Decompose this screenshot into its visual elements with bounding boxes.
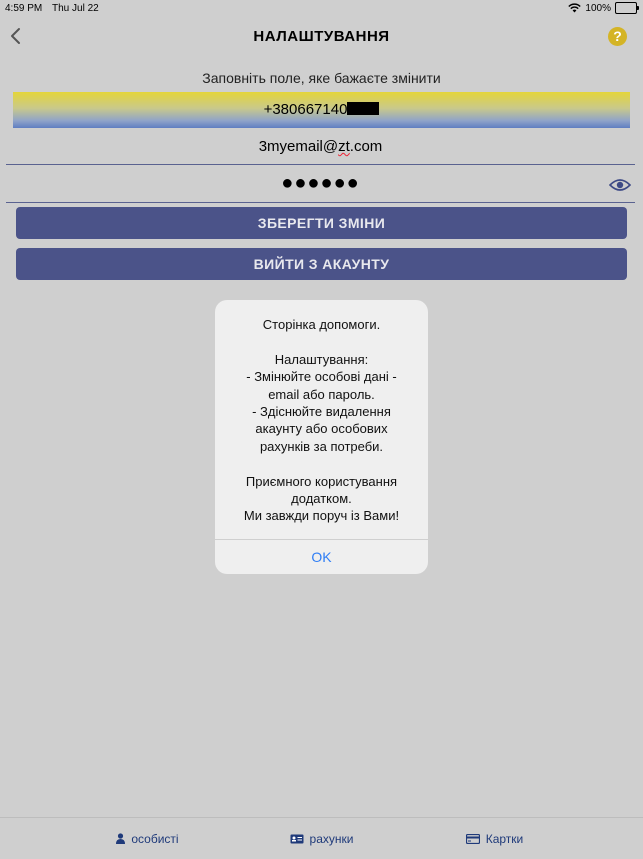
email-suffix: .com	[349, 138, 383, 155]
page-title: НАЛАШТУВАННЯ	[253, 28, 390, 45]
nav-bar: НАЛАШТУВАННЯ ?	[0, 18, 643, 56]
tab-cards-label: Картки	[485, 831, 524, 846]
help-alert: Сторінка допомоги. Налаштування: - Зміню…	[215, 300, 428, 574]
tab-personal[interactable]: особисті	[80, 818, 215, 859]
status-date: Thu Jul 22	[52, 3, 99, 14]
email-prefix: 3myemail@	[258, 138, 339, 155]
help-button[interactable]: ?	[608, 27, 627, 46]
status-bar: 4:59 PM Thu Jul 22 100%	[0, 0, 643, 18]
status-time: 4:59 PM	[5, 3, 43, 14]
alert-line: Сторінка допомоги.	[262, 317, 381, 332]
logout-button[interactable]: ВИЙТИ З АКАУНТУ	[16, 248, 627, 280]
form-hint: Заповніть поле, яке бажаєте змінити	[202, 70, 441, 86]
wifi-icon	[568, 3, 582, 13]
save-button[interactable]: ЗБЕРЕГТИ ЗМІНИ	[16, 207, 627, 239]
phone-field[interactable]: +380667140	[13, 92, 630, 128]
credit-card-icon	[465, 833, 480, 844]
alert-line: - Здіснюйте видалення	[252, 404, 391, 420]
alert-line: Приємного користування	[245, 473, 398, 489]
alert-line: рахунків за потреби.	[259, 438, 384, 454]
alert-line: - Змінюйте особові дані -	[246, 369, 397, 385]
question-mark-icon: ?	[613, 28, 622, 44]
tab-bar: особисті рахунки Картки	[0, 817, 643, 859]
redaction-bar	[347, 102, 380, 115]
alert-blank-line	[225, 455, 418, 472]
password-value: ●●●●●●	[281, 172, 360, 194]
eye-icon[interactable]	[609, 178, 631, 192]
alert-ok-button[interactable]: OK	[215, 540, 428, 574]
tab-accounts-label: рахунки	[309, 831, 354, 846]
id-card-icon	[290, 834, 304, 843]
alert-message: Сторінка допомоги. Налаштування: - Зміню…	[215, 300, 428, 525]
person-icon	[116, 833, 126, 844]
phone-value: +380667140	[263, 101, 348, 118]
email-spellcheck-word: zt	[338, 138, 350, 155]
email-field[interactable]: 3myemail@zt.com	[6, 130, 635, 165]
status-indicators: 100%	[568, 2, 639, 14]
alert-line: Налаштування:	[274, 351, 369, 367]
password-field[interactable]: ●●●●●●	[6, 166, 635, 203]
alert-line: email або пароль.	[268, 386, 375, 402]
tab-accounts[interactable]: рахунки	[254, 818, 389, 859]
alert-line: Ми завжди поруч із Вами!	[243, 508, 400, 524]
battery-icon	[615, 2, 639, 14]
alert-line: додатком.	[291, 491, 352, 507]
tab-cards[interactable]: Картки	[427, 818, 562, 859]
tab-personal-label: особисті	[131, 831, 179, 846]
battery-percent: 100%	[585, 2, 611, 14]
alert-line: акаунту або особових	[255, 421, 388, 437]
alert-blank-line	[225, 333, 418, 350]
